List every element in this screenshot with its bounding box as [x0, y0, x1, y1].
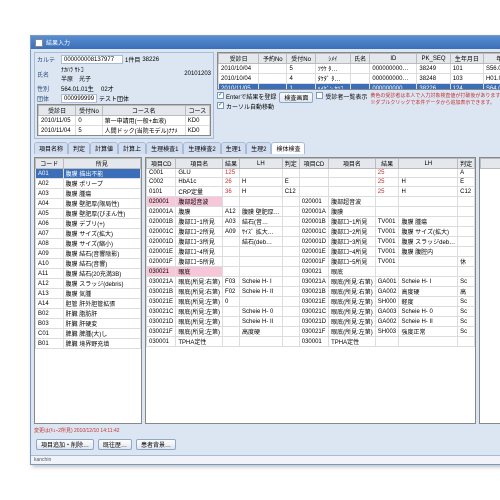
recv-row[interactable]: 2010/07/231【TEST】被交通(体)総合TX1 [39, 136, 210, 137]
finding-row[interactable]: A11腹膜 結石(20充満3B) [36, 269, 141, 279]
finding-row[interactable]: A07腹膜 サイズ(拡大) [36, 229, 141, 239]
kana: ﾅｶﾊﾗ ｻﾄｺ [61, 68, 84, 74]
tabstrip: 項目名称判定計算値計算上生理検査1生理検査2生理1生理2検体検査 [34, 142, 500, 154]
tab-6[interactable]: 生理1 [221, 142, 246, 154]
result-row[interactable]: 0101CRP定量36HC1225HC12 [147, 187, 475, 197]
age: 02才 [101, 84, 114, 93]
result-row[interactable]: C002HbA1c26HE25HE [147, 178, 475, 187]
rec-total: 38226 [142, 57, 159, 63]
finding-row[interactable]: A10腹膜 結石(音響) [36, 259, 141, 269]
footer-buttons: 項目追加・削除…既往歴…患者背景…総合・所見…閉じる [34, 437, 500, 452]
left-grid[interactable]: コード所見A01腹膜 描出不能A02腹膜 ポリープA03腹膜 腫瘍A04腹膜 壁… [34, 157, 142, 424]
change-note: 変更は(ｷｭｰ2所見) 2010/12/10 14:11:42 [34, 427, 500, 434]
appt-row[interactable]: 2010/11/051ﾍｲｹﾞﾝ ｶﾂｺ000000000…38226124S6… [219, 84, 500, 91]
birth: 564.01.01生 [61, 84, 94, 93]
result-row[interactable]: 020001E腹部ｴｺｰ4所見020001E腹部ｴｺｰ4所見TV001腹膜 腹腔… [147, 247, 475, 257]
finding-row[interactable]: A12腹膜 スラッジ(debris) [36, 279, 141, 289]
tab-0[interactable]: 項目名称 [34, 142, 68, 154]
finding-row[interactable]: A06腹膜 デブリ(+) [36, 219, 141, 229]
opt-enter[interactable]: Enterで結果を登録 [217, 92, 276, 101]
recv-grid[interactable]: 受診日受付Noコース名コース2010/11/050第一申請用(一般+血液)KD0… [37, 104, 211, 136]
footer-btn-2[interactable]: 患者背景… [136, 439, 176, 450]
right-grid[interactable]: コード所見 [479, 157, 500, 424]
result-row[interactable]: C001GLU12525A [147, 169, 475, 178]
tab-3[interactable]: 計算上 [118, 142, 146, 154]
window-title: 結果入力 [46, 38, 70, 47]
finding-row[interactable]: A08腹膜 サイズ(縮小) [36, 239, 141, 249]
appt-row[interactable]: 2010/10/044ﾀｹﾀﾞ ﾀ…000000000…38248103H01.… [219, 74, 500, 84]
footer-btn-1[interactable]: 既往歴… [98, 439, 132, 450]
result-row[interactable]: 030021E眼底(所見:左第)0030021E眼底(所見:左第)SH000軽度… [147, 297, 475, 307]
result-row[interactable]: 030001TPHA定性030001TPHA定性 [147, 337, 475, 347]
finding-row[interactable]: C01脾臓 脾腫(大)し [36, 329, 141, 339]
tab-4[interactable]: 生理検査1 [146, 142, 183, 154]
appt-grid[interactable]: 受診日予約No受付Noｼﾒｲ氏名IDPK_SEQ生年月日年齢性別コース2010/… [217, 52, 500, 90]
karte-field[interactable]: 000000008137977 [61, 55, 123, 64]
footer-btn-0[interactable]: 項目追加・削除… [36, 439, 94, 450]
patient-panel: カルテ0000000081379771件目38226 氏名ﾅｶﾊﾗ ｻﾄｺ 半原 … [34, 52, 214, 139]
dantai-cd[interactable]: 000999999 [61, 94, 97, 103]
result-row[interactable]: 030021A眼底(所見:右第)F03Scheie H- I030021A眼底(… [147, 277, 475, 287]
karte-label: カルテ [37, 55, 59, 64]
name: 半原 光子 [61, 77, 91, 83]
finding-row[interactable]: A05腹膜 壁肥厚(びまん性) [36, 209, 141, 219]
rec-num: 1件目 [125, 55, 140, 64]
finding-row[interactable]: A02腹膜 ポリープ [36, 179, 141, 189]
finding-row[interactable]: A09腹膜 結石(音響陰影) [36, 249, 141, 259]
finding-row[interactable]: A01腹膜 描出不能 [36, 169, 141, 179]
finding-row[interactable]: A03腹膜 腫瘍 [36, 189, 141, 199]
birth2: 20101203 [184, 71, 211, 77]
name-label: 氏名 [37, 70, 59, 79]
dantai-label: 団体 [37, 94, 59, 103]
statusbar: kanchin [31, 455, 500, 464]
tab-7[interactable]: 生理2 [246, 142, 271, 154]
finding-row[interactable]: A04腹膜 壁肥厚(限局性) [36, 199, 141, 209]
dantai-nm: テスト団体 [99, 94, 129, 103]
appt-row[interactable]: 2010/10/045ﾂｳｹ ﾀ…000000000…38249101S56.0… [219, 64, 500, 74]
result-row[interactable]: 030021眼底030021眼底 [147, 267, 475, 277]
app-icon [35, 39, 43, 47]
search-screen-button[interactable]: 検査画面 [279, 92, 313, 103]
warning-text: 黄色の受診者は本人で入力対象検査値が打破後があります。 ※ダブルクリックで本件デ… [370, 92, 500, 106]
recv-row[interactable]: 2010/11/050第一申請用(一般+血液)KD0 [39, 116, 210, 126]
result-row[interactable]: 030021B眼底(所見:右第)F02Scheie H- II030021B眼底… [147, 287, 475, 297]
result-row[interactable]: 030021D眼底(所見:左第)Scheie H- II030021D眼底(所見… [147, 317, 475, 327]
finding-row[interactable]: A13腹膜 気腫 [36, 289, 141, 299]
result-row[interactable]: 020001腹部超音波020001腹部超音波 [147, 197, 475, 207]
sex-label: 性別 [37, 84, 59, 93]
result-row[interactable]: 020001A腹膜A12腹膜 壁肥厚…020001A腹膜 [147, 207, 475, 217]
finding-row[interactable]: A14胆管 肝外胆管拡張 [36, 299, 141, 309]
tab-8[interactable]: 検体検査 [271, 142, 305, 154]
recv-row[interactable]: 2010/11/045人間ドック(当院モデル)ﾅﾅﾒKD0 [39, 126, 210, 136]
center-grid[interactable]: 項目CD項目名結果LH判定項目CD項目名結果LH判定C001GLU12525AC… [145, 157, 476, 424]
tab-5[interactable]: 生理検査2 [183, 142, 220, 154]
finding-row[interactable]: B01脾臓 境界野充填 [36, 339, 141, 349]
result-row[interactable]: 020001F腹部ｴｺｰ5所見020001F腹部ｴｺｰ5所見TV001休 [147, 257, 475, 267]
result-row[interactable]: 020001B腹部ｴｺｰ1所見A03結石(音…020001B腹部ｴｺｰ1所見TV… [147, 217, 475, 227]
result-row[interactable]: 030021C眼底(所見:左第)Scheie H- 0030021C眼底(所見:… [147, 307, 475, 317]
finding-row[interactable]: B03肝臓 肝硬変 [36, 319, 141, 329]
titlebar: 結果入力 _ □ × [31, 36, 500, 49]
opt-list[interactable]: 受診者一覧表示 [316, 92, 367, 101]
tab-1[interactable]: 判定 [68, 142, 90, 154]
opt-cursor[interactable]: カーソル自動移動 [217, 102, 276, 111]
result-row[interactable]: 030021F眼底(所見:左第)高度硬030021F眼底(所見:左第)SH003… [147, 327, 475, 337]
finding-row[interactable]: B02肝臓 脂肪肝 [36, 309, 141, 319]
result-row[interactable]: 020001C腹部ｴｺｰ2所見A09ｻｲｽﾞ 拡大…020001C腹部ｴｺｰ2所… [147, 227, 475, 237]
result-row[interactable]: 020001D腹部ｴｺｰ3所見結石(deb…020001D腹部ｴｺｰ3所見TV0… [147, 237, 475, 247]
tab-2[interactable]: 計算値 [90, 142, 118, 154]
